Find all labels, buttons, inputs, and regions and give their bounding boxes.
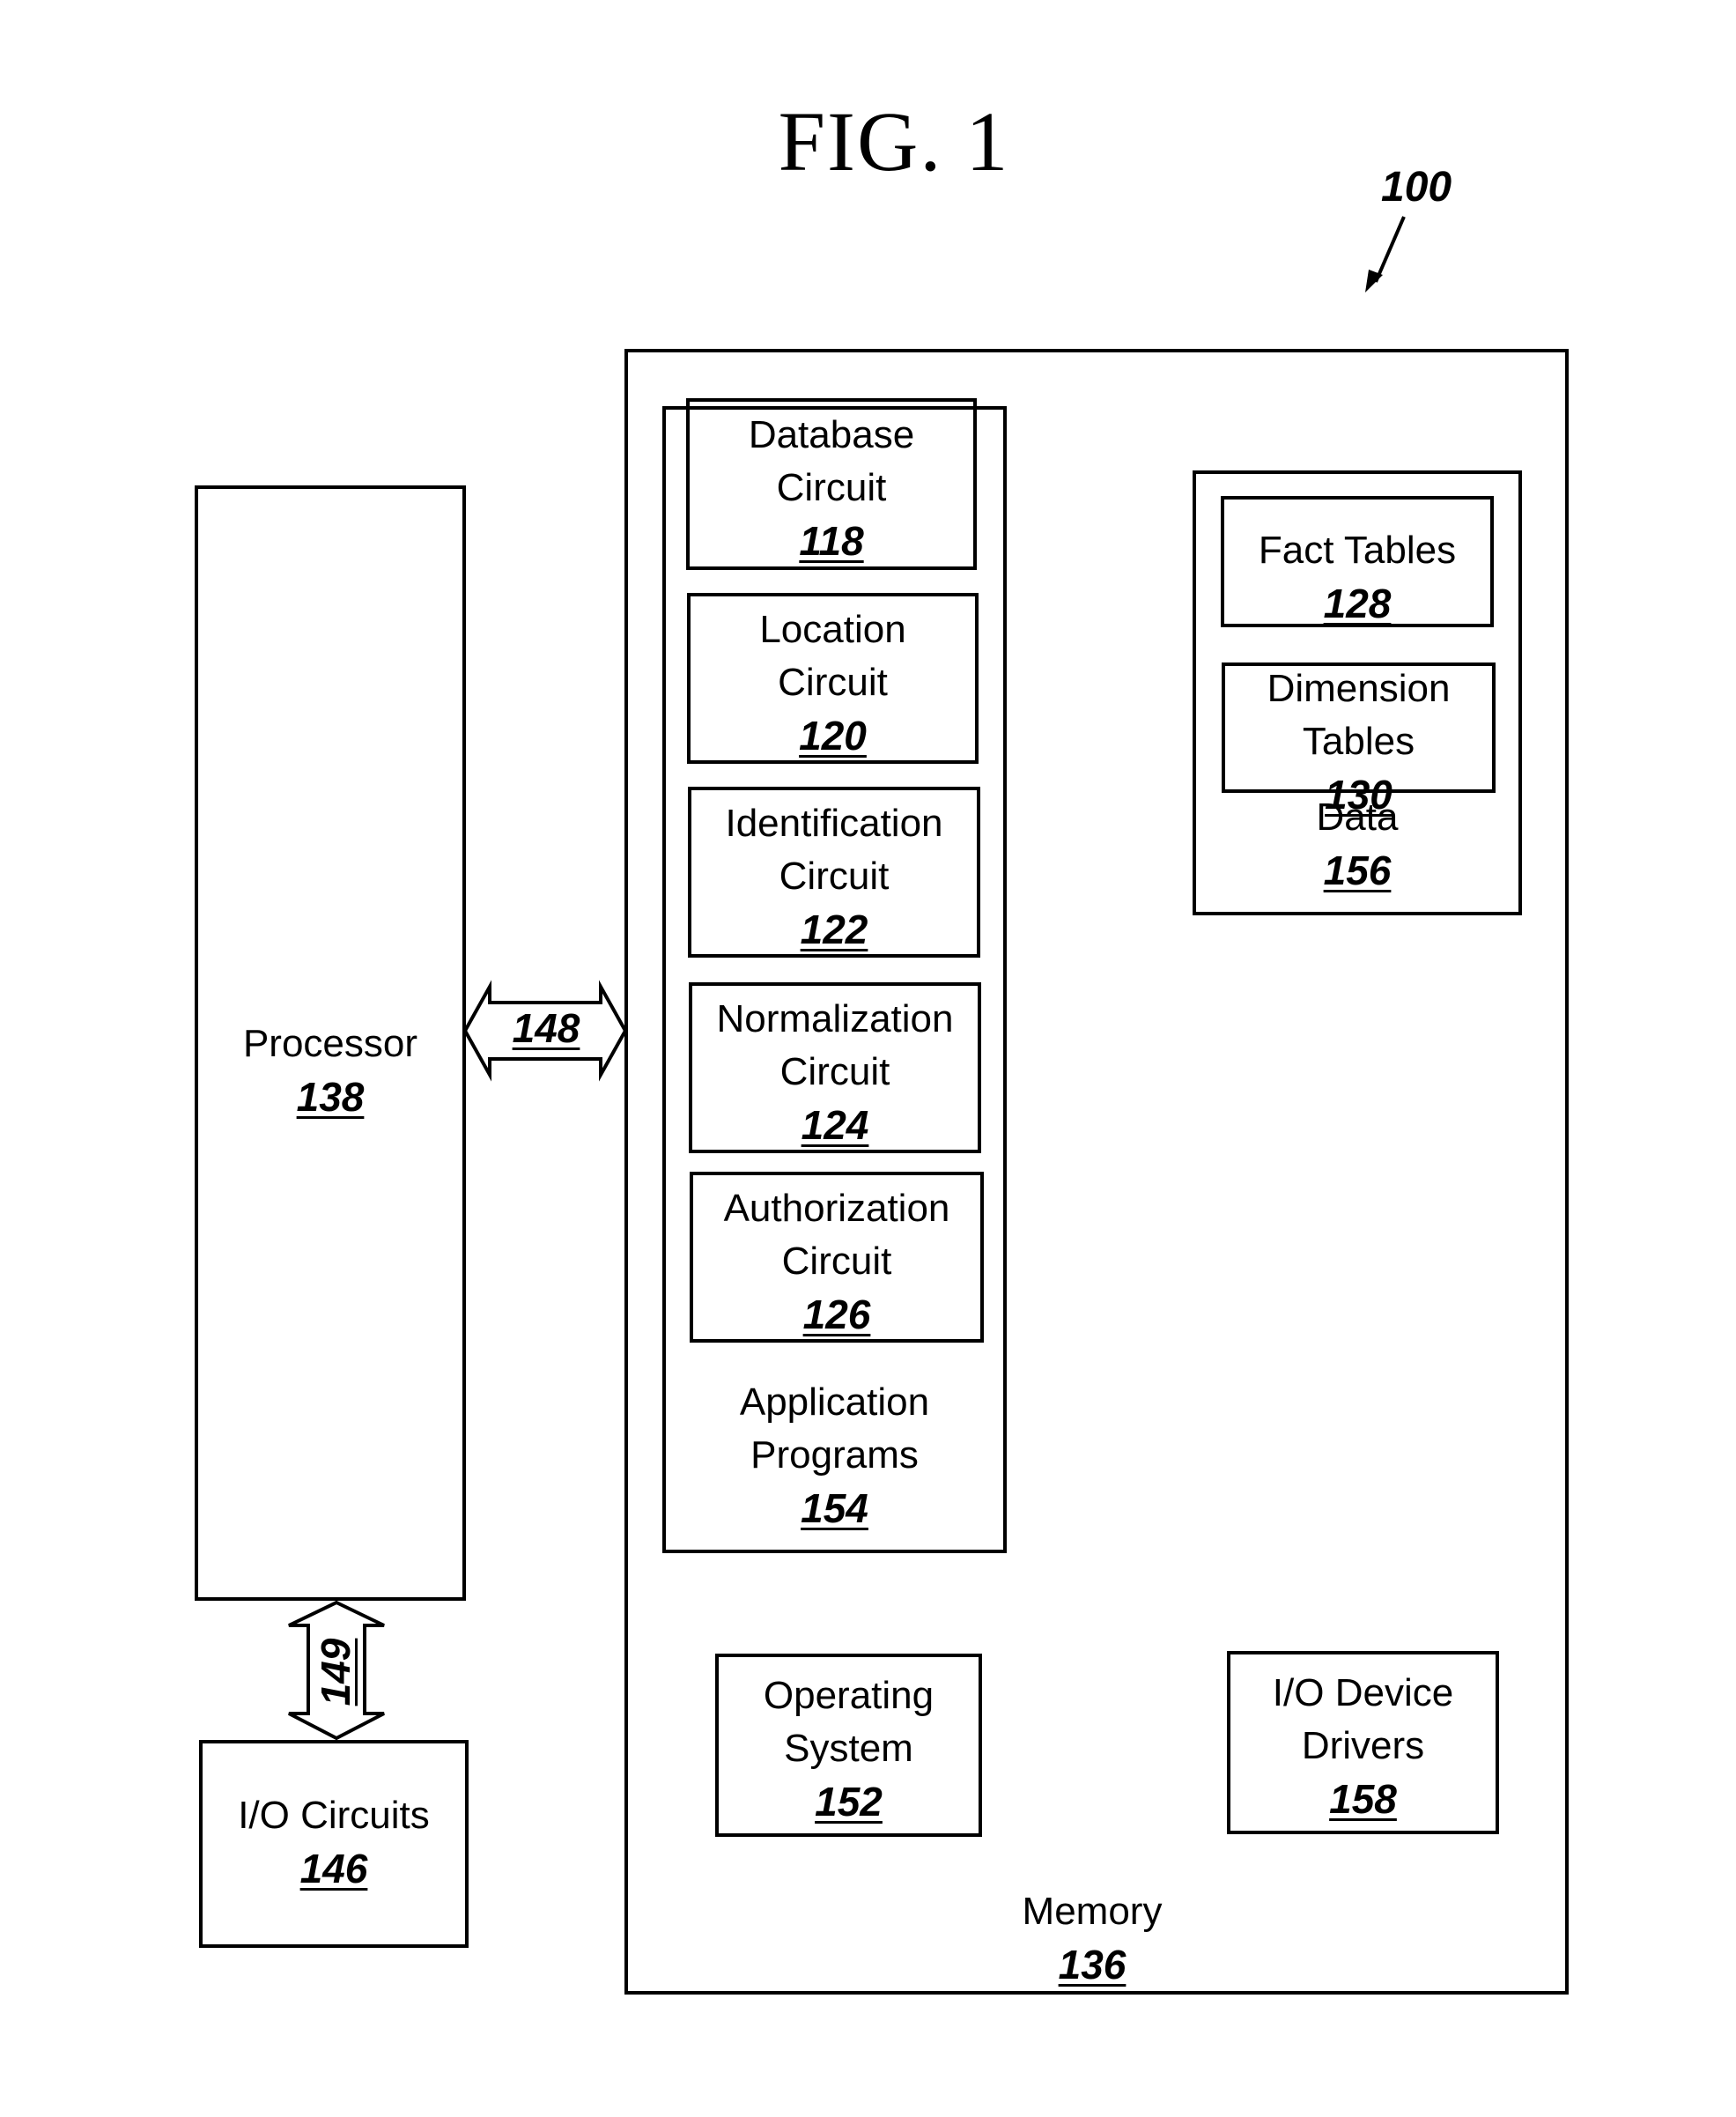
- dimension-tables-block: Dimension Tables 130: [1222, 662, 1496, 818]
- fact-tables-block: Fact Tables 128: [1221, 496, 1494, 627]
- authorization-circuit-block: Authorization Circuit 126: [690, 1172, 984, 1343]
- circuit-label-line2: Circuit: [779, 1050, 890, 1093]
- io-device-drivers-block: I/O Device Drivers 158: [1227, 1651, 1499, 1834]
- circuit-ref: 124: [801, 1102, 869, 1148]
- circuit-ref: 118: [799, 518, 864, 564]
- processor-ref: 138: [296, 1074, 365, 1120]
- application-programs-ref: 154: [801, 1485, 868, 1531]
- identification-circuit-block: Identification Circuit 122: [688, 787, 980, 958]
- circuit-label-line2: Circuit: [781, 1240, 892, 1283]
- circuit-label-line2: Circuit: [778, 661, 888, 704]
- circuit-label-line2: Circuit: [776, 466, 887, 509]
- memory-ref: 136: [1058, 1942, 1127, 1987]
- fact-tables-ref: 128: [1323, 581, 1392, 626]
- circuit-ref: 120: [799, 713, 867, 759]
- normalization-circuit-block: Normalization Circuit 124: [689, 982, 981, 1153]
- io-circuits-label: I/O Circuits: [238, 1794, 430, 1837]
- application-programs-label-line1: Application: [739, 1380, 930, 1424]
- io-circuits-ref: 146: [299, 1846, 368, 1891]
- application-programs-label-line2: Programs: [750, 1433, 919, 1477]
- figure-title: FIG. 1: [778, 94, 1010, 189]
- circuit-label-line1: Identification: [725, 802, 943, 845]
- circuit-ref: 126: [802, 1292, 871, 1337]
- operating-system-label-line1: Operating: [763, 1674, 934, 1717]
- bus-149-ref: 149: [313, 1638, 358, 1706]
- dimension-tables-label-line1: Dimension: [1267, 667, 1451, 710]
- circuit-label-line1: Location: [759, 608, 906, 651]
- reference-arrow-icon: [1365, 216, 1406, 292]
- circuit-label-line1: Authorization: [723, 1187, 950, 1230]
- processor-label: Processor: [242, 1022, 418, 1065]
- processor-block: Processor 138: [195, 485, 466, 1601]
- operating-system-label-line2: System: [784, 1727, 913, 1770]
- operating-system-block: Operating System 152: [715, 1654, 982, 1837]
- data-ref: 156: [1323, 848, 1392, 893]
- bus-148-ref: 148: [512, 1005, 580, 1051]
- circuit-ref: 122: [800, 907, 868, 952]
- location-circuit-block: Location Circuit 120: [687, 593, 979, 764]
- io-device-drivers-label-line2: Drivers: [1301, 1724, 1425, 1767]
- circuit-label-line1: Normalization: [716, 997, 954, 1040]
- dimension-tables-ref: 130: [1325, 772, 1392, 818]
- database-circuit-block: Database Circuit 118: [686, 398, 977, 570]
- io-device-drivers-label-line1: I/O Device: [1272, 1671, 1454, 1714]
- circuit-label-line2: Circuit: [779, 855, 890, 898]
- io-circuits-block: I/O Circuits 146: [199, 1740, 469, 1948]
- dimension-tables-label-line2: Tables: [1302, 720, 1415, 763]
- fact-tables-label: Fact Tables: [1258, 529, 1457, 572]
- system-reference-number: 100: [1381, 164, 1452, 211]
- circuit-label-line1: Database: [748, 413, 915, 456]
- memory-label: Memory: [1022, 1890, 1163, 1933]
- io-device-drivers-ref: 158: [1329, 1776, 1397, 1822]
- operating-system-ref: 152: [815, 1779, 883, 1825]
